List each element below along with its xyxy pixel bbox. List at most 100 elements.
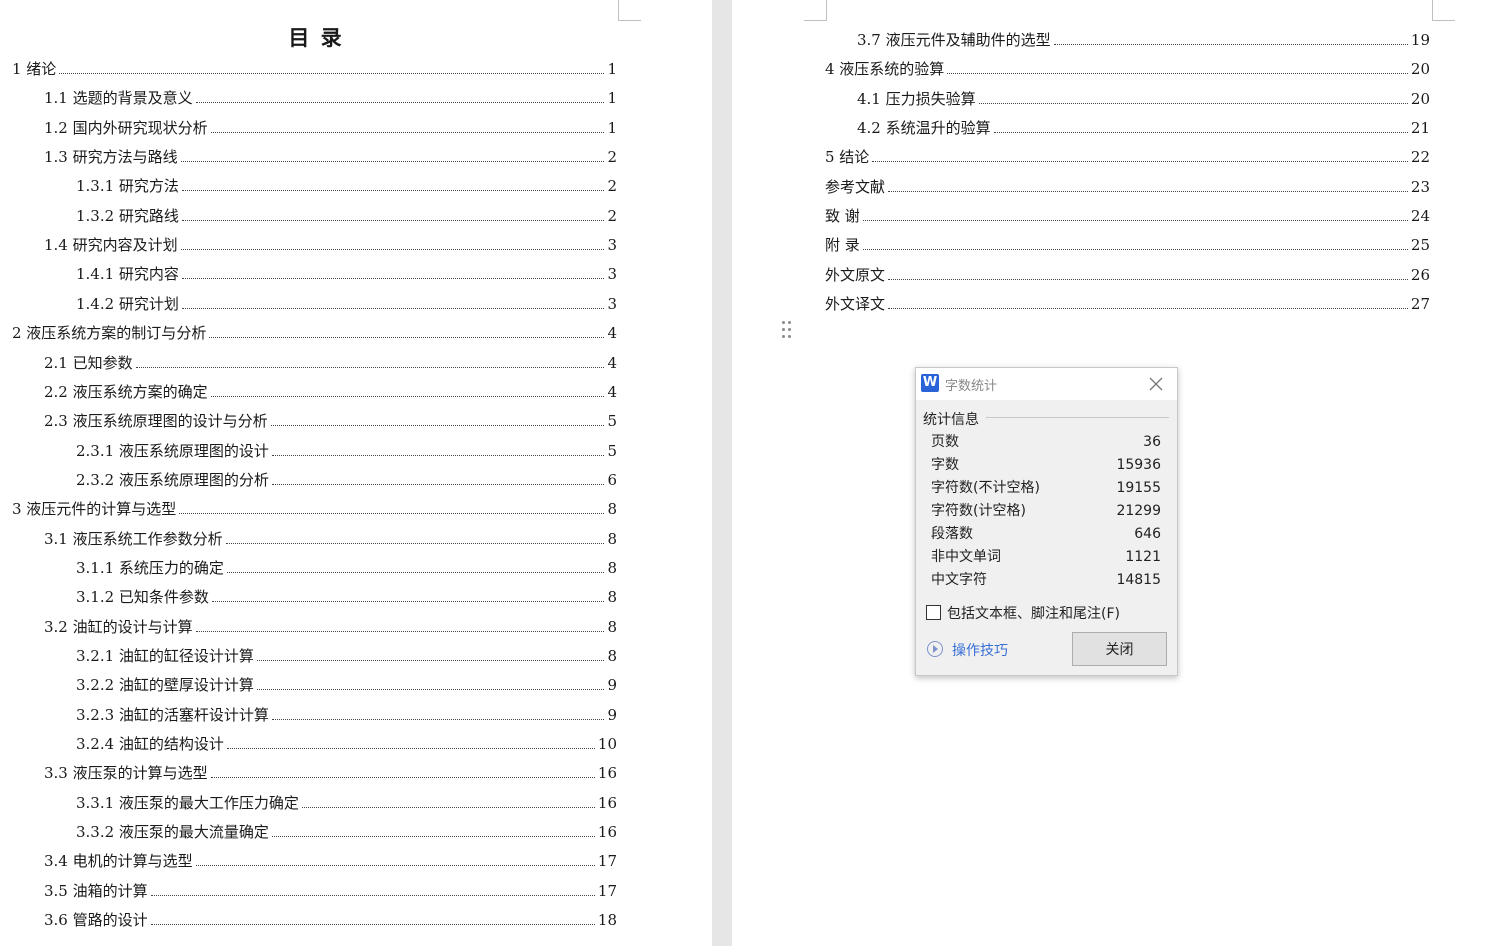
toc-leader-dots [872,161,1408,163]
toc-entry[interactable]: 3.2.3 油缸的活塞杆设计计算 9 [76,702,617,724]
toc-entry-page: 20 [1410,60,1430,79]
stat-label: 段落数 [931,526,973,542]
toc-leader-dots [135,366,605,368]
toc-entry[interactable]: 1.3.2 研究路线 2 [76,203,617,225]
toc-entry[interactable]: 3.2.4 油缸的结构设计 10 [76,731,617,753]
toc-entry[interactable]: 5 结论 22 [825,144,1430,166]
toc-entry[interactable]: 3.1 液压系统工作参数分析 8 [44,526,617,548]
toc-entry[interactable]: 1.4 研究内容及计划 3 [44,232,617,254]
toc-entry-page: 2 [607,148,617,167]
play-circle-icon[interactable] [927,641,943,657]
toc-entry[interactable]: 3.2.1 油缸的缸径设计计算 8 [76,643,617,665]
toc-entry-label: 3.1.2 已知条件参数 [76,588,209,607]
toc-entry[interactable]: 3.6 管路的设计 18 [44,907,617,929]
tips-link[interactable]: 操作技巧 [952,640,1008,660]
toc-entry-page: 8 [607,588,617,607]
toc-entry[interactable]: 外文译文 27 [825,291,1430,313]
toc-leader-dots [181,190,605,192]
toc-entry-label: 2.3.1 液压系统原理图的设计 [76,441,269,460]
stat-value: 19155 [1116,480,1161,496]
include-textbox-footnotes-checkbox[interactable] [926,605,941,620]
stat-row: 字符数(计空格) 21299 [931,500,1161,522]
toc-entry[interactable]: 3.3.2 液压泵的最大流量确定 16 [76,819,617,841]
page-corner-mark [1432,0,1455,21]
toc-leader-dots [195,630,605,632]
toc-entry-page: 8 [607,647,617,665]
toc-entry-label: 2.1 已知参数 [44,353,133,372]
toc-entry-label: 2 液压系统方案的制订与分析 [12,324,207,343]
toc-entry[interactable]: 3.2.2 油缸的壁厚设计计算 9 [76,672,617,694]
toc-entry[interactable]: 3.3.1 液压泵的最大工作压力确定 16 [76,790,617,812]
close-icon[interactable] [1146,374,1166,394]
toc-entry-label: 1.2 国内外研究现状分析 [44,118,208,137]
toc-leader-dots [225,542,605,544]
page-gutter [712,0,732,946]
toc-entry[interactable]: 2.2 液压系统方案的确定 4 [44,379,617,401]
toc-leader-dots [180,161,605,163]
close-button[interactable]: 关闭 [1072,632,1167,666]
toc-leader-dots [211,601,605,603]
toc-entry[interactable]: 1.3 研究方法与路线 2 [44,144,617,166]
toc-entry-page: 21 [1410,119,1430,138]
toc-entry[interactable]: 3.7 液压元件及辅助件的选型 19 [857,27,1430,49]
toc-entry[interactable]: 外文原文 26 [825,262,1430,284]
toc-entry[interactable]: 3.4 电机的计算与选型 17 [44,848,617,870]
stat-row: 中文字符 14815 [931,569,1161,591]
toc-entry-page: 1 [607,60,617,78]
toc-entry-page: 17 [597,881,617,900]
toc-entry-label: 2.3 液压系统原理图的设计与分析 [44,412,268,431]
toc-entry[interactable]: 4.1 压力损失验算 20 [857,86,1430,108]
toc-entry[interactable]: 1.2 国内外研究现状分析 1 [44,115,617,137]
toc-entry[interactable]: 参考文献 23 [825,174,1430,196]
toc-entry-page: 6 [607,470,617,489]
toc-entry[interactable]: 3.5 油箱的计算 17 [44,878,617,900]
toc-entry[interactable]: 3.1.2 已知条件参数 8 [76,584,617,606]
toc-entry-label: 1.1 选题的背景及意义 [44,89,193,108]
toc-entry[interactable]: 4 液压系统的验算 20 [825,56,1430,78]
toc-entry[interactable]: 附 录 25 [825,232,1430,254]
toc-entry-page: 20 [1410,89,1430,108]
toc-leader-dots [195,102,605,104]
toc-entry-label: 3.2 油缸的设计与计算 [44,617,193,636]
toc-entry[interactable]: 1.4.2 研究计划 3 [76,291,617,313]
toc-entry[interactable]: 致 谢 24 [825,203,1430,225]
toc-entry[interactable]: 2.3.2 液压系统原理图的分析 6 [76,467,617,489]
dialog-titlebar[interactable]: W 字数统计 [916,368,1177,400]
toc-entry[interactable]: 4.2 系统温升的验算 21 [857,115,1430,137]
toc-entry[interactable]: 3.1.1 系统压力的确定 8 [76,555,617,577]
toc-entry[interactable]: 2.1 已知参数 4 [44,350,617,372]
toc-entry[interactable]: 3 液压元件的计算与选型 8 [12,496,617,518]
paragraph-drag-handle-icon[interactable] [780,320,794,340]
page-corner-mark [618,0,641,21]
toc-entry[interactable]: 2 液压系统方案的制订与分析 4 [12,320,617,342]
toc-entry-label: 1.3.2 研究路线 [76,206,179,225]
toc-entry-label: 1.4.2 研究计划 [76,294,179,313]
toc-leader-dots [271,454,605,456]
toc-entry-label: 3.2.4 油缸的结构设计 [76,735,224,754]
page-corner-mark [804,0,827,21]
stat-value: 36 [1143,434,1161,450]
toc-entry-label: 1.4 研究内容及计划 [44,236,178,255]
document-page-left: 目 录 1 绪论 1 1.1 选题的背景及意义 1 1.2 国内外研究现状分析 1 1.3 … [0,0,712,946]
toc-entry-label: 3.2.1 油缸的缸径设计计算 [76,647,254,665]
toc-entry-page: 8 [607,500,617,519]
toc-leader-dots [978,102,1408,104]
toc-entry[interactable]: 1 绪论 1 [12,56,617,78]
toc-entry-label: 3.3.2 液压泵的最大流量确定 [76,823,269,842]
stat-label: 字数 [931,457,959,473]
toc-entry[interactable]: 3.2 油缸的设计与计算 8 [44,614,617,636]
toc-leader-dots [993,132,1408,134]
toc-entry[interactable]: 1.4.1 研究内容 3 [76,261,617,283]
toc-entry[interactable]: 2.3.1 液压系统原理图的设计 5 [76,438,617,460]
toc-leader-dots [59,73,605,74]
toc-leader-dots [301,806,595,808]
toc-leader-dots [181,219,605,221]
toc-entry[interactable]: 1.1 选题的背景及意义 1 [44,85,617,107]
toc-leader-dots [150,894,595,896]
toc-entry[interactable]: 1.3.1 研究方法 2 [76,173,617,195]
toc-entry[interactable]: 3.3 液压泵的计算与选型 16 [44,760,617,782]
toc-leader-dots [271,483,605,485]
toc-entry-page: 27 [1410,295,1430,314]
include-checkbox-label[interactable]: 包括文本框、脚注和尾注(F) [947,603,1120,623]
toc-entry[interactable]: 2.3 液压系统原理图的设计与分析 5 [44,408,617,430]
